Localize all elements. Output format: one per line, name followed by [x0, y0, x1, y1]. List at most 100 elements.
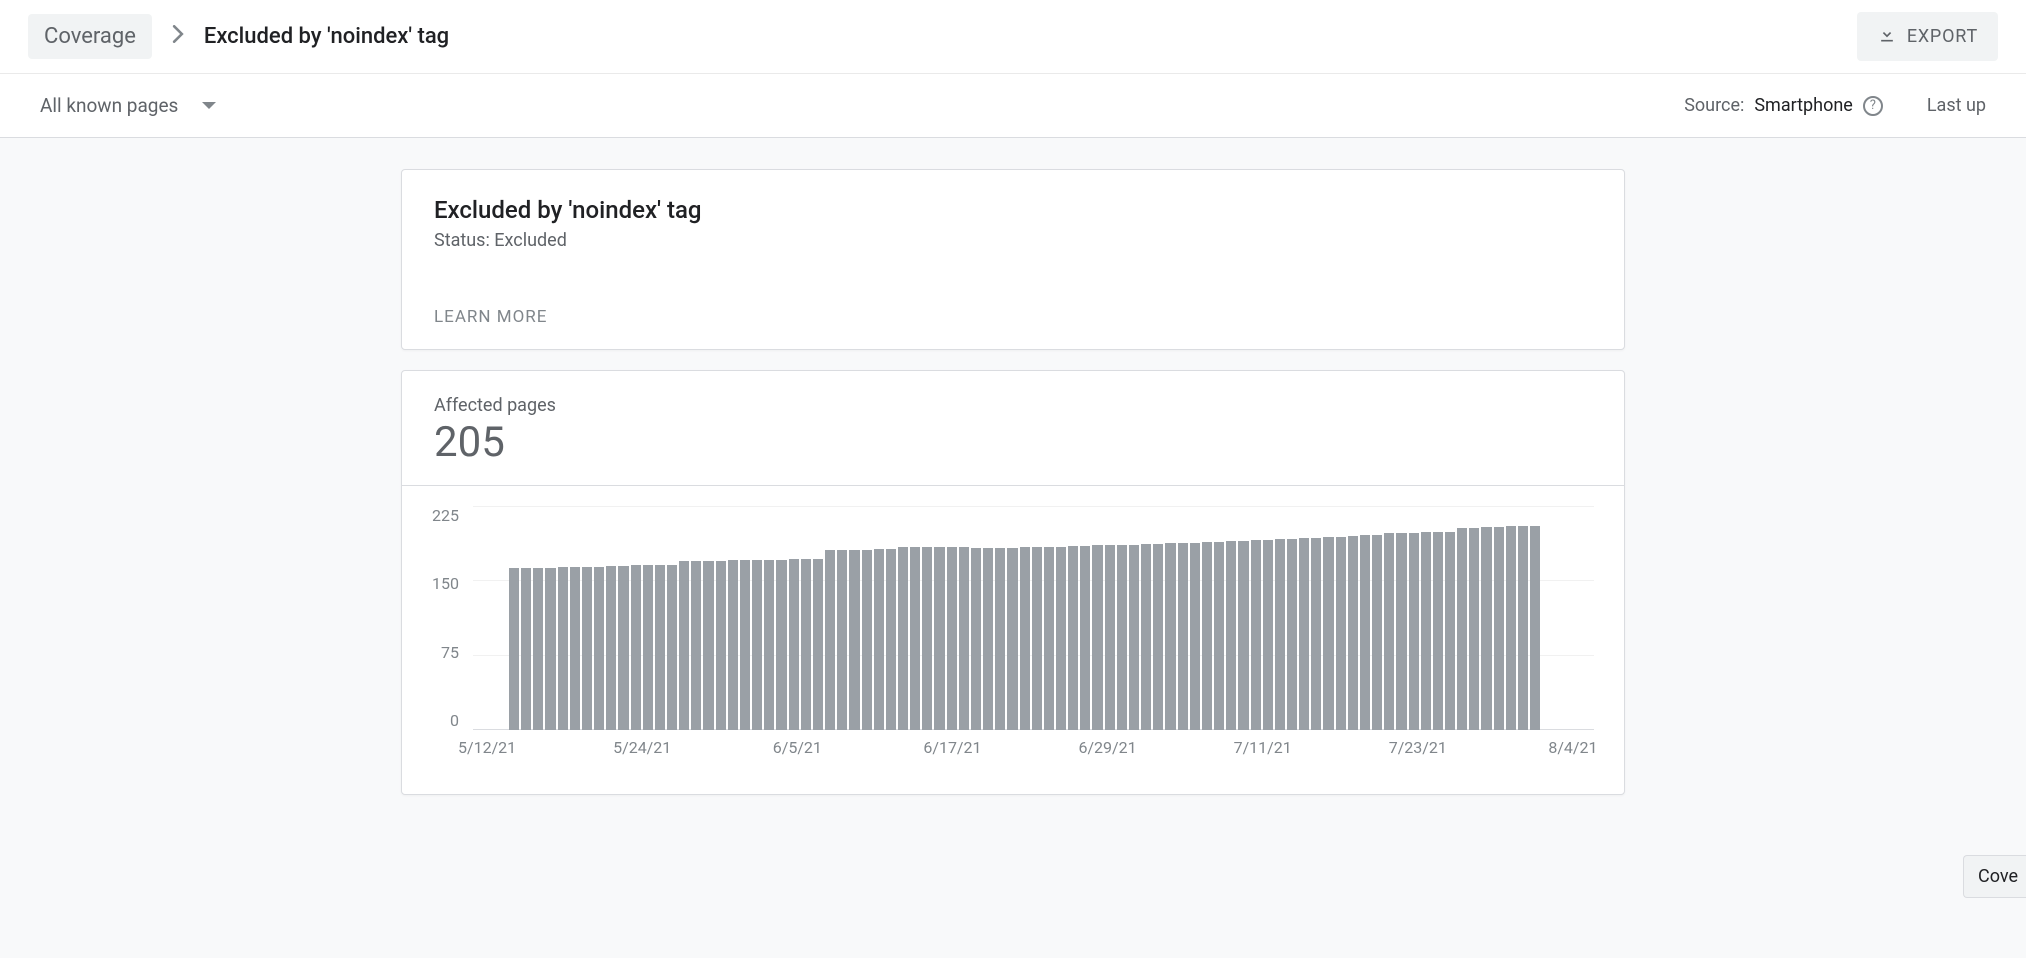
chevron-right-icon [172, 25, 184, 48]
subheader-bar: All known pages Source: Smartphone ? Las… [0, 74, 2026, 138]
chart-bar [1469, 528, 1479, 730]
chart-bar [1092, 545, 1102, 730]
chart-y-tick: 150 [432, 574, 459, 593]
chart-bar [631, 565, 641, 730]
chart-bar [825, 550, 835, 730]
chart-bar [691, 561, 701, 730]
chart-bar [886, 549, 896, 730]
chart-bar [606, 566, 616, 730]
chart-x-tick: 6/29/21 [1078, 738, 1136, 757]
chart-bar [570, 567, 580, 730]
chart-bar [813, 559, 823, 730]
chart-bar [1044, 547, 1054, 730]
chart-bar [509, 568, 519, 730]
chart-bar [1032, 547, 1042, 730]
chart-bar [1020, 547, 1030, 730]
chart-bar [545, 568, 555, 730]
source-value: Smartphone [1754, 95, 1852, 116]
chart-bar [1518, 526, 1528, 730]
chart-bar [1263, 540, 1273, 730]
chart-bar [1080, 546, 1090, 730]
chart-bar [837, 550, 847, 730]
chart-bar [910, 547, 920, 730]
chart-bar [898, 547, 908, 730]
breadcrumb-current: Excluded by 'noindex' tag [204, 24, 449, 49]
chart-bar [558, 567, 568, 730]
chart-bar [1433, 532, 1443, 730]
chart-plot [473, 506, 1594, 730]
pages-filter-label: All known pages [40, 94, 178, 117]
chart-bar [1494, 527, 1504, 730]
chart-bar [1117, 545, 1127, 730]
chart-bar [728, 560, 738, 730]
chart-bar [643, 565, 653, 730]
chart-bar [679, 561, 689, 730]
chart-bar [1372, 535, 1382, 730]
chart-x-tick: 7/23/21 [1389, 738, 1447, 757]
breadcrumb-root-chip[interactable]: Coverage [28, 14, 152, 59]
chart-bar [1409, 533, 1419, 730]
header-bar: Coverage Excluded by 'noindex' tag EXPOR… [0, 0, 2026, 74]
chart-bar [521, 568, 531, 730]
chart-bar [1506, 526, 1516, 730]
help-icon[interactable]: ? [1863, 96, 1883, 116]
chart-bar [618, 566, 628, 730]
chart-bar [849, 550, 859, 730]
dropdown-icon [202, 102, 216, 109]
chart-x-tick: 8/4/21 [1548, 738, 1597, 757]
last-updated-label: Last up [1927, 95, 1986, 116]
chart-bar [934, 547, 944, 730]
chart-bar [582, 567, 592, 730]
chart-bar [594, 567, 604, 730]
chart-body: 225150750 5/12/215/24/216/5/216/17/216/2… [402, 486, 1624, 794]
breadcrumb-root-label: Coverage [44, 24, 136, 49]
chart-x-tick: 7/11/21 [1234, 738, 1292, 757]
status-card-title: Excluded by 'noindex' tag [434, 196, 1592, 224]
chart-bars [473, 506, 1594, 730]
chart-bar [655, 565, 665, 730]
chart-bar [1360, 535, 1370, 730]
chart-bar [1348, 536, 1358, 730]
chart-bar [801, 559, 811, 730]
chart-bar [764, 560, 774, 730]
chart-bar [1396, 533, 1406, 730]
chart-bar [1178, 543, 1188, 730]
chart-y-tick: 75 [441, 643, 459, 662]
chart-y-axis: 225150750 [432, 506, 459, 730]
chart-bar [1214, 542, 1224, 730]
chart-bar [752, 560, 762, 730]
chart-bar [1323, 537, 1333, 730]
learn-more-link[interactable]: LEARN MORE [434, 307, 1592, 327]
chart-bar [971, 548, 981, 730]
chart-bar [1251, 540, 1261, 730]
chart-header: Affected pages 205 [402, 371, 1624, 486]
breadcrumb: Coverage Excluded by 'noindex' tag [28, 14, 449, 59]
chart-bar [1153, 544, 1163, 730]
chart-bar [1190, 543, 1200, 730]
chart-bar [667, 565, 677, 730]
pages-filter-dropdown[interactable]: All known pages [40, 94, 216, 117]
chart-bar [703, 561, 713, 730]
chart-bar [740, 560, 750, 730]
chart-bar [1202, 542, 1212, 730]
chart-bar [1336, 537, 1346, 730]
chart-metric-label: Affected pages [434, 395, 1592, 416]
chart-bar [874, 549, 884, 730]
export-label: EXPORT [1907, 26, 1978, 47]
chart-bar [1384, 533, 1394, 730]
chart-bar [533, 568, 543, 730]
chart-bar [983, 548, 993, 730]
content-area: Excluded by 'noindex' tag Status: Exclud… [0, 138, 2026, 958]
chart-bar [947, 547, 957, 730]
coverage-floating-tab[interactable]: Cove [1963, 855, 2026, 898]
chart-x-tick: 5/24/21 [613, 738, 671, 757]
chart-bar [1226, 541, 1236, 730]
export-button[interactable]: EXPORT [1857, 12, 1998, 61]
chart-bar [776, 560, 786, 730]
chart-bar [716, 561, 726, 730]
chart-metric-value: 205 [434, 418, 1592, 467]
chart-bar [1481, 527, 1491, 730]
chart-bar [922, 547, 932, 730]
download-icon [1877, 24, 1897, 49]
chart-x-tick: 6/5/21 [773, 738, 822, 757]
